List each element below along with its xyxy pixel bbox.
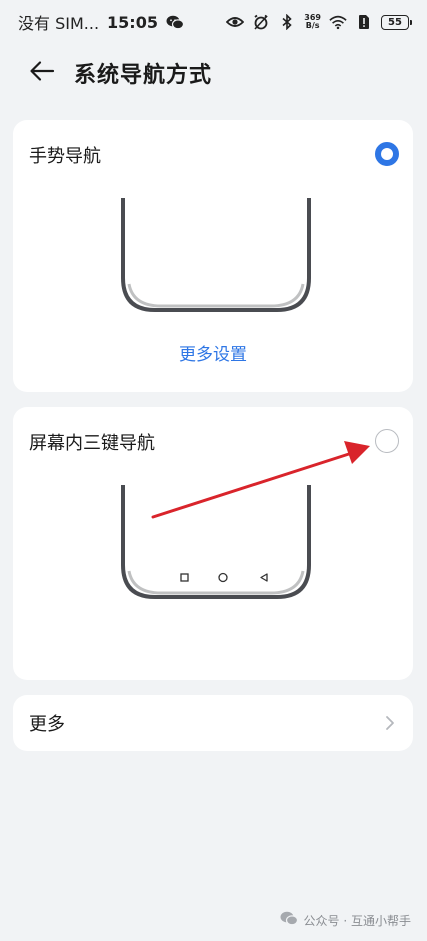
three-key-phone-illustration (119, 485, 313, 603)
three-key-navigation-label: 屏幕内三键导航 (29, 433, 155, 454)
page-title: 系统导航方式 (74, 63, 213, 88)
wechat-icon (166, 14, 184, 30)
status-right: 369 B/s 55 (226, 14, 412, 30)
back-triangle-icon (260, 573, 268, 582)
status-left: 没有 SIM... 15:05 (18, 10, 184, 34)
three-key-navigation-option[interactable]: 屏幕内三键导航 (13, 407, 413, 680)
bluetooth-icon (278, 14, 296, 30)
carrier-label: 没有 SIM... (18, 14, 100, 33)
network-speed-unit: B/s (305, 21, 320, 30)
more-row[interactable]: 更多 (13, 695, 413, 751)
watermark: 公众号 · 互通小帮手 (280, 911, 411, 929)
chevron-right-icon (383, 715, 397, 731)
app-header: 系统导航方式 (0, 50, 427, 96)
gesture-phone-illustration (119, 198, 313, 316)
gesture-navigation-option[interactable]: 手势导航 更多设置 (13, 120, 413, 392)
gesture-navigation-label: 手势导航 (29, 146, 101, 167)
battery-indicator: 55 (381, 14, 412, 30)
wifi-icon (329, 14, 347, 30)
network-speed: 369 B/s (304, 14, 321, 30)
back-arrow-icon (29, 60, 55, 86)
back-button[interactable] (20, 51, 64, 95)
home-circle-icon (218, 572, 228, 583)
recents-square-icon (180, 573, 189, 582)
wechat-watermark-icon (280, 911, 298, 929)
status-time: 15:05 (107, 12, 158, 32)
status-bar: 没有 SIM... 15:05 369 B/s 55 (0, 0, 427, 44)
sim-alert-icon (355, 14, 373, 30)
more-settings-link[interactable]: 更多设置 (13, 340, 413, 365)
alarm-mute-icon (252, 14, 270, 30)
watermark-text: 公众号 · 互通小帮手 (303, 913, 411, 928)
eye-icon (226, 14, 245, 30)
more-label: 更多 (29, 714, 65, 735)
three-key-navigation-radio[interactable] (375, 429, 399, 453)
gesture-navigation-radio[interactable] (375, 142, 399, 166)
battery-level: 55 (388, 16, 402, 28)
